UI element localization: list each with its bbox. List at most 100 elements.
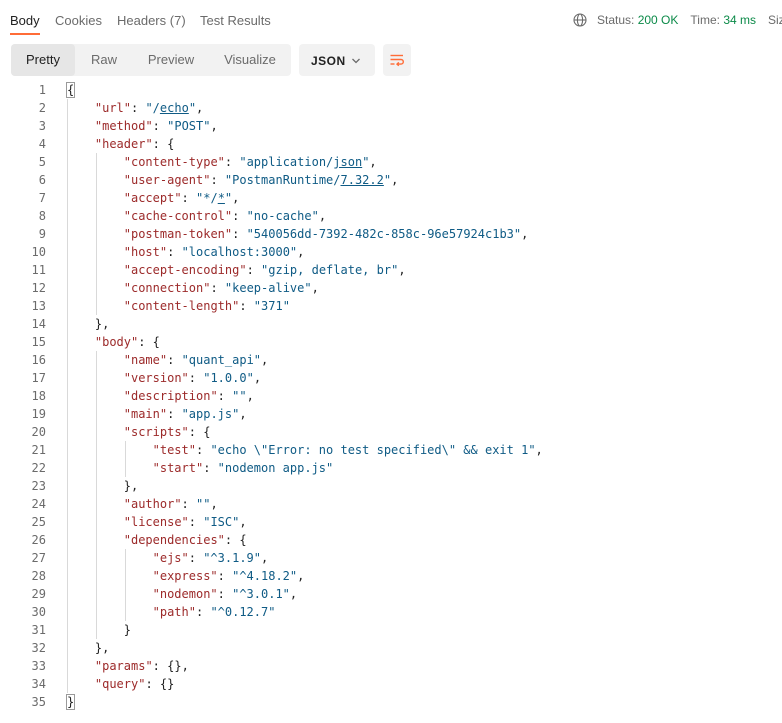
code-line: 8 "cache-control": "no-cache",	[0, 207, 782, 225]
json-value[interactable]: *	[218, 191, 225, 205]
code-text: "path": "^0.12.7"	[153, 603, 276, 621]
json-punctuation: : {}	[145, 677, 175, 691]
json-key: "cache-control"	[123, 209, 233, 223]
indent-guide	[124, 459, 126, 477]
json-punctuation: ,	[311, 281, 319, 295]
json-key: "test"	[152, 443, 196, 457]
tab-cookies[interactable]: Cookies	[55, 13, 102, 28]
json-key: "postman-token"	[123, 227, 233, 241]
line-number: 26	[31, 533, 46, 547]
code-line: 10 "host": "localhost:3000",	[0, 243, 782, 261]
json-punctuation: },	[94, 641, 110, 655]
json-value: ""	[196, 497, 211, 511]
indent-guide	[95, 189, 97, 207]
json-punctuation: :	[210, 173, 225, 187]
json-punctuation: ,	[210, 119, 218, 133]
indent-guide	[67, 135, 68, 153]
indent-guide	[95, 549, 97, 567]
json-punctuation: ,	[261, 551, 269, 565]
json-value: "/	[145, 101, 160, 115]
globe-icon[interactable]	[573, 13, 587, 30]
indent-guide	[67, 243, 68, 261]
line-number: 17	[31, 371, 46, 385]
json-key: "path"	[152, 605, 196, 619]
line-number: 12	[31, 281, 46, 295]
line-number: 6	[38, 173, 46, 187]
json-value: "no-cache"	[246, 209, 319, 223]
json-punctuation: : {},	[152, 659, 189, 673]
indent-guide	[95, 153, 97, 171]
indent-guide	[67, 459, 68, 477]
tab-test-results[interactable]: Test Results	[200, 13, 271, 28]
indent-guide	[95, 225, 97, 243]
json-value: "localhost:3000"	[181, 245, 298, 259]
code-text: "author": "",	[124, 495, 218, 513]
line-number: 32	[31, 641, 46, 655]
json-key: "ejs"	[152, 551, 189, 565]
json-key: "description"	[123, 389, 218, 403]
indent-guide	[95, 297, 97, 315]
indent-guide	[67, 171, 68, 189]
time-label: Time:	[690, 13, 720, 27]
indent-guide	[67, 477, 68, 495]
indent-guide	[67, 117, 68, 135]
line-number: 24	[31, 497, 46, 511]
json-punctuation: :	[188, 515, 204, 529]
indent-guide	[67, 531, 68, 549]
view-mode-segmented-control: Pretty Raw Preview Visualize	[11, 44, 291, 76]
indent-guide	[124, 549, 126, 567]
indent-guide	[95, 423, 97, 441]
indent-guide	[67, 225, 68, 243]
view-mode-raw[interactable]: Raw	[75, 44, 133, 76]
time-value[interactable]: 34 ms	[723, 13, 756, 27]
view-mode-pretty[interactable]: Pretty	[11, 44, 75, 76]
json-value: "^3.0.1"	[232, 587, 290, 601]
indent-guide	[67, 441, 68, 459]
code-text: "query": {}	[95, 675, 174, 693]
tab-body[interactable]: Body	[10, 13, 40, 28]
line-number: 9	[38, 227, 46, 241]
code-line: 28 "express": "^4.18.2",	[0, 567, 782, 585]
line-number: 19	[31, 407, 46, 421]
json-value[interactable]: echo	[160, 101, 189, 115]
code-text: "version": "1.0.0",	[124, 369, 261, 387]
code-text: "ejs": "^3.1.9",	[153, 549, 269, 567]
json-value[interactable]: json	[333, 155, 362, 169]
json-punctuation: :	[239, 299, 254, 313]
line-number: 16	[31, 353, 46, 367]
line-number: 23	[31, 479, 46, 493]
tab-headers-count: (7)	[169, 13, 186, 28]
format-dropdown[interactable]: JSON	[299, 44, 375, 76]
indent-guide	[95, 513, 97, 531]
json-value: "keep-alive"	[224, 281, 312, 295]
line-number: 18	[31, 389, 46, 403]
json-punctuation: :	[167, 353, 182, 367]
json-punctuation: ,	[239, 407, 247, 421]
code-line: 34 "query": {}	[0, 675, 782, 693]
indent-guide	[67, 189, 68, 207]
code-text: "dependencies": {	[124, 531, 247, 549]
code-line: 6 "user-agent": "PostmanRuntime/7.32.2",	[0, 171, 782, 189]
response-tabs-bar: Body Cookies Headers (7) Test Results St…	[0, 0, 782, 36]
indent-guide	[67, 639, 68, 657]
json-value: "^4.18.2"	[232, 569, 298, 583]
view-mode-preview[interactable]: Preview	[135, 44, 207, 76]
line-number: 15	[31, 335, 46, 349]
json-response-viewer[interactable]: 1{2 "url": "/echo", 3 "method": "POST", 4 "he…	[0, 81, 782, 711]
json-value: "^0.12.7"	[210, 605, 276, 619]
tab-headers-label: Headers	[117, 13, 167, 28]
indent-guide	[95, 405, 97, 423]
tab-headers[interactable]: Headers (7)	[117, 13, 186, 28]
json-value: "ISC"	[203, 515, 240, 529]
json-punctuation: : {	[152, 137, 175, 151]
code-line: 16 "name": "quant_api",	[0, 351, 782, 369]
json-value[interactable]: 7.32.2	[341, 173, 384, 187]
status-value[interactable]: 200 OK	[638, 13, 679, 27]
json-punctuation: ,	[391, 173, 399, 187]
wrap-lines-button[interactable]	[383, 44, 411, 76]
json-value: "	[383, 173, 392, 187]
code-text: "test": "echo \"Error: no test specified…	[153, 441, 543, 459]
view-mode-visualize[interactable]: Visualize	[209, 44, 291, 76]
code-text: },	[95, 315, 109, 333]
line-number: 30	[31, 605, 46, 619]
